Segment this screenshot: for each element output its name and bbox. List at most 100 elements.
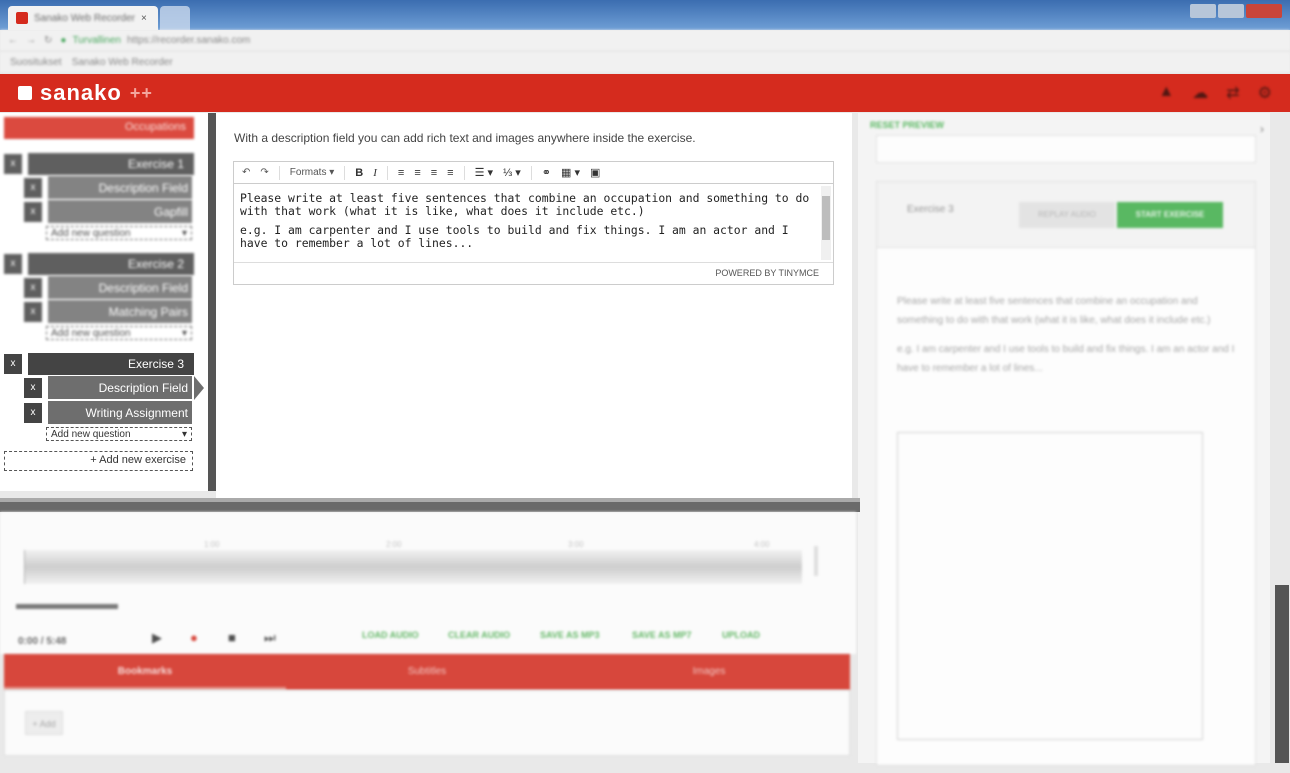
delete-exercise-button[interactable]: x: [4, 354, 22, 374]
exercise-title[interactable]: Exercise 2: [28, 253, 194, 275]
question-title[interactable]: Matching Pairs: [48, 300, 192, 323]
bookmark-apps[interactable]: Suositukset: [10, 57, 62, 68]
skip-end-icon[interactable]: ⏭: [264, 630, 276, 646]
bullet-list-icon[interactable]: ☰ ▾: [475, 166, 493, 179]
question-row[interactable]: x Matching Pairs: [24, 300, 192, 323]
playback-time: 0:00 / 5:48: [18, 636, 67, 647]
playback-progress-bar[interactable]: [16, 604, 118, 609]
selected-arrow-icon: [194, 375, 204, 400]
minimize-button[interactable]: [1190, 4, 1216, 18]
reset-preview-button[interactable]: RESET PREVIEW: [870, 120, 944, 130]
question-title[interactable]: Description Field: [48, 376, 192, 399]
link-icon[interactable]: ⇄: [1226, 83, 1239, 103]
undo-icon[interactable]: ↶: [242, 167, 250, 178]
media-icon[interactable]: ▣: [590, 166, 600, 179]
exercise-row[interactable]: x Exercise 1: [4, 153, 194, 175]
vertical-splitter[interactable]: [208, 113, 216, 491]
save-mp3-link[interactable]: SAVE AS MP3: [540, 630, 600, 640]
start-exercise-button[interactable]: START EXERCISE: [1117, 202, 1223, 228]
delete-question-button[interactable]: x: [24, 277, 42, 298]
delete-exercise-button[interactable]: x: [4, 154, 22, 174]
course-title[interactable]: Occupations: [4, 117, 194, 139]
tab-images[interactable]: Images: [568, 654, 850, 690]
load-audio-link[interactable]: LOAD AUDIO: [362, 630, 419, 640]
question-title[interactable]: Writing Assignment: [48, 401, 192, 424]
exercise-title[interactable]: Exercise 1: [28, 153, 194, 175]
exercise-row[interactable]: x Exercise 3: [4, 353, 194, 375]
question-title[interactable]: Description Field: [48, 176, 192, 199]
upload-link[interactable]: UPLOAD: [722, 630, 760, 640]
question-row[interactable]: x Writing Assignment: [24, 401, 192, 424]
align-left-icon[interactable]: ≡: [398, 167, 404, 179]
replay-audio-button[interactable]: REPLAY AUDIO: [1019, 202, 1115, 228]
record-icon[interactable]: ●: [190, 630, 198, 645]
add-bookmark-button[interactable]: + Add: [25, 711, 63, 735]
scrollbar-thumb[interactable]: [822, 196, 830, 240]
tab-subtitles[interactable]: Subtitles: [286, 654, 568, 690]
new-tab-button[interactable]: [160, 6, 190, 30]
bold-button[interactable]: B: [355, 167, 363, 179]
stop-icon[interactable]: ■: [228, 630, 236, 645]
numbered-list-icon[interactable]: ⅓ ▾: [503, 166, 521, 179]
add-question-select[interactable]: Add new question ▾: [46, 226, 192, 240]
question-row[interactable]: x Gapfill: [24, 200, 192, 223]
question-title[interactable]: Gapfill: [48, 200, 192, 223]
delete-question-button[interactable]: x: [24, 377, 42, 398]
exercise-tree-panel: Occupations x Exercise 1 x Description F…: [0, 113, 208, 491]
tab-bookmarks[interactable]: Bookmarks: [4, 654, 286, 690]
editor-scrollbar[interactable]: [821, 186, 831, 260]
delete-question-button[interactable]: x: [24, 402, 42, 423]
clear-audio-link[interactable]: CLEAR AUDIO: [448, 630, 510, 640]
question-row[interactable]: x Description Field: [24, 176, 192, 199]
chevron-right-icon[interactable]: ›: [1260, 122, 1264, 136]
delete-question-button[interactable]: x: [24, 177, 42, 198]
align-right-icon[interactable]: ≡: [431, 167, 437, 179]
browser-tab[interactable]: Sanako Web Recorder ×: [8, 6, 158, 30]
add-exercise-button[interactable]: + Add new exercise: [4, 451, 193, 471]
delete-exercise-button[interactable]: x: [4, 254, 22, 274]
cloud-icon[interactable]: ☁: [1192, 83, 1208, 103]
close-tab-icon[interactable]: ×: [141, 13, 147, 24]
back-icon[interactable]: ←: [8, 35, 18, 46]
exercise-title[interactable]: Exercise 3: [28, 353, 194, 375]
toolbar-separator: [386, 165, 388, 180]
volume-slider[interactable]: [814, 546, 818, 576]
italic-button[interactable]: I: [373, 167, 377, 179]
toolbar-separator: [344, 165, 346, 180]
preview-scrollbar[interactable]: [1275, 585, 1289, 763]
editor-content[interactable]: Please write at least five sentences tha…: [234, 184, 833, 262]
reload-icon[interactable]: ↻: [44, 35, 52, 46]
align-justify-icon[interactable]: ≡: [447, 167, 453, 179]
link-icon[interactable]: ⚭: [542, 166, 551, 179]
question-title[interactable]: Description Field: [48, 276, 192, 299]
timeline-tick: 4:00: [754, 540, 770, 549]
formats-dropdown[interactable]: Formats ▾: [290, 167, 334, 178]
redo-icon[interactable]: ↷: [260, 167, 268, 178]
save-mp7-link[interactable]: SAVE AS MP7: [632, 630, 692, 640]
table-icon[interactable]: ▦ ▾: [561, 166, 580, 179]
url-field[interactable]: ● Turvallinen https://recorder.sanako.co…: [60, 35, 250, 46]
graduation-cap-icon[interactable]: ▲: [1158, 83, 1174, 103]
horizontal-splitter[interactable]: [0, 498, 860, 512]
formats-label: Formats: [289, 167, 327, 178]
add-question-select[interactable]: Add new question ▾: [46, 427, 192, 441]
delete-question-button[interactable]: x: [24, 301, 42, 322]
question-row[interactable]: x Description Field: [24, 276, 192, 299]
forward-icon[interactable]: →: [26, 35, 36, 46]
window-controls: [1190, 4, 1282, 18]
bookmarks-bar: Suositukset Sanako Web Recorder: [0, 52, 1290, 74]
gear-icon[interactable]: ⚙: [1258, 83, 1272, 103]
maximize-button[interactable]: [1218, 4, 1244, 18]
delete-question-button[interactable]: x: [24, 201, 42, 222]
exercise-row[interactable]: x Exercise 2: [4, 253, 194, 275]
audio-waveform[interactable]: [24, 550, 802, 584]
add-question-select[interactable]: Add new question ▾: [46, 326, 192, 340]
align-center-icon[interactable]: ≡: [414, 167, 420, 179]
bookmark-sanako[interactable]: Sanako Web Recorder: [72, 57, 173, 68]
answer-textarea[interactable]: [897, 432, 1203, 740]
browser-titlebar: Sanako Web Recorder ×: [0, 0, 1290, 30]
play-icon[interactable]: ▶: [152, 630, 162, 646]
chevron-down-icon: ▾: [181, 428, 187, 440]
question-row[interactable]: x Description Field: [24, 375, 204, 400]
close-window-button[interactable]: [1246, 4, 1282, 18]
